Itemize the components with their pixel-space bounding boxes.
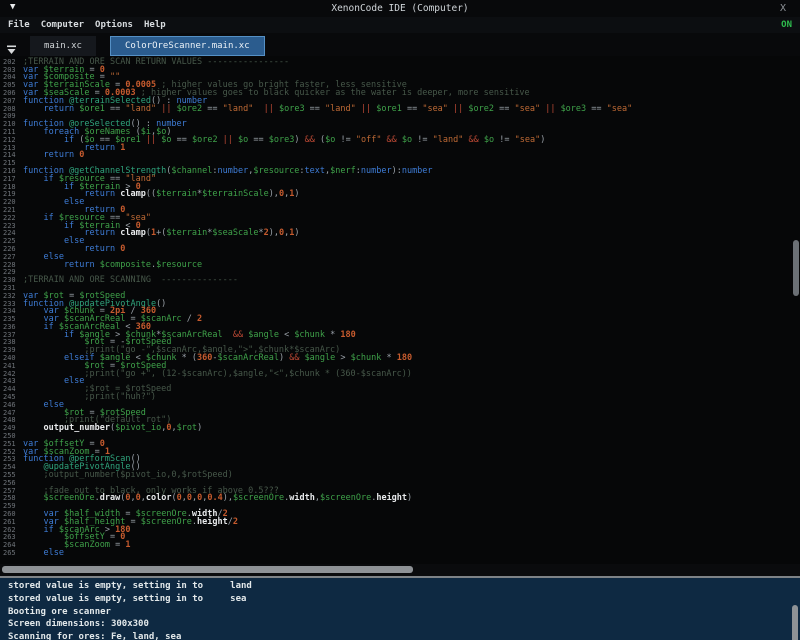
tab-label: ColorOreScanner.main.xc <box>125 41 250 51</box>
window-title: XenonCode IDE (Computer) <box>0 3 800 14</box>
console-line: Booting ore scanner <box>8 606 800 619</box>
menu-help[interactable]: Help <box>144 20 166 30</box>
tab-colororescanner-main-xc[interactable]: ColorOreScanner.main.xc <box>110 36 265 56</box>
line-code: else <box>23 550 64 558</box>
line-code: return $ore1 == "land" || $ore2 == "land… <box>23 106 632 114</box>
menu-bar: File Computer Options Help ON <box>0 17 800 33</box>
line-code: output_number($pivot_io,0,$rot) <box>23 425 202 433</box>
code-line[interactable]: 265 else <box>0 550 800 558</box>
code-line[interactable]: 219 return clamp(($terrain*$terrainScale… <box>0 191 800 199</box>
tab-main-xc[interactable]: main.xc <box>30 36 96 56</box>
code-line[interactable]: 224 return clamp(1+($terrain*$seaScale*2… <box>0 230 800 238</box>
line-number: 265 <box>0 550 23 558</box>
code-line[interactable]: 264 $scanZoom = 1 <box>0 542 800 550</box>
code-line[interactable]: 226 return 0 <box>0 246 800 254</box>
ide-window: ▼ XenonCode IDE (Computer) X File Comput… <box>0 0 800 640</box>
title-bar: ▼ XenonCode IDE (Computer) X <box>0 0 800 17</box>
console-scrollbar[interactable] <box>792 605 798 640</box>
console-line: stored value is empty, setting in to lan… <box>8 580 800 593</box>
code-line[interactable]: 230;TERRAIN AND ORE SCANNING -----------… <box>0 277 800 285</box>
line-code: ;TERRAIN AND ORE SCANNING --------------… <box>23 277 238 285</box>
menu-file[interactable]: File <box>8 20 30 30</box>
editor-horizontal-scrollbar[interactable] <box>0 564 800 576</box>
console-lines: stored value is empty, setting in to lan… <box>0 578 800 640</box>
menu-options[interactable]: Options <box>95 20 133 30</box>
console-output: stored value is empty, setting in to lan… <box>0 578 800 640</box>
code-line[interactable]: 228 return $composite.$resource <box>0 262 800 270</box>
code-line[interactable]: 255 ;output_number($pivot_io,0,$rotSpeed… <box>0 472 800 480</box>
code-editor[interactable]: 201202;TERRAIN AND ORE SCAN RETURN VALUE… <box>0 56 800 564</box>
code-line[interactable]: 251var $offsetY = 0 <box>0 441 800 449</box>
console-line: stored value is empty, setting in to sea <box>8 593 800 606</box>
code-line[interactable]: 202;TERRAIN AND ORE SCAN RETURN VALUES -… <box>0 59 800 67</box>
line-code: return 0 <box>23 152 84 160</box>
code-line[interactable]: 250 <box>0 433 800 441</box>
line-code: ;output_number($pivot_io,0,$rotSpeed) <box>23 472 233 480</box>
power-status[interactable]: ON <box>781 20 792 30</box>
line-code: $screenOre.draw(0,0,color(0,0,0,0.4),$sc… <box>23 495 412 503</box>
code-line[interactable]: 245 ;print("huh?") <box>0 394 800 402</box>
tab-bar: main.xc ColorOreScanner.main.xc <box>0 33 800 56</box>
code-line[interactable]: 242 ;print("go +", (12-$scanArc),$angle,… <box>0 371 800 379</box>
tab-label: main.xc <box>44 41 82 51</box>
collapse-all-icon[interactable] <box>6 40 17 50</box>
close-button[interactable]: X <box>780 3 786 14</box>
code-line[interactable]: 208 return $ore1 == "land" || $ore2 == "… <box>0 106 800 114</box>
horizontal-scroll-thumb[interactable] <box>2 566 413 573</box>
line-code: return $composite.$resource <box>23 262 202 270</box>
menu-computer[interactable]: Computer <box>41 20 84 30</box>
code-line[interactable]: 258 $screenOre.draw(0,0,color(0,0,0,0.4)… <box>0 495 800 503</box>
code-line[interactable]: 213 return 1 <box>0 145 800 153</box>
editor-vertical-scrollbar[interactable] <box>793 240 799 296</box>
code-line[interactable]: 214 return 0 <box>0 152 800 160</box>
code-lines: 201202;TERRAIN AND ORE SCAN RETURN VALUE… <box>0 56 800 558</box>
code-line[interactable]: 249 output_number($pivot_io,0,$rot) <box>0 425 800 433</box>
console-line: Scanning for ores: Fe, land, sea <box>8 631 800 640</box>
console-line: Screen dimensions: 300x300 <box>8 618 800 631</box>
